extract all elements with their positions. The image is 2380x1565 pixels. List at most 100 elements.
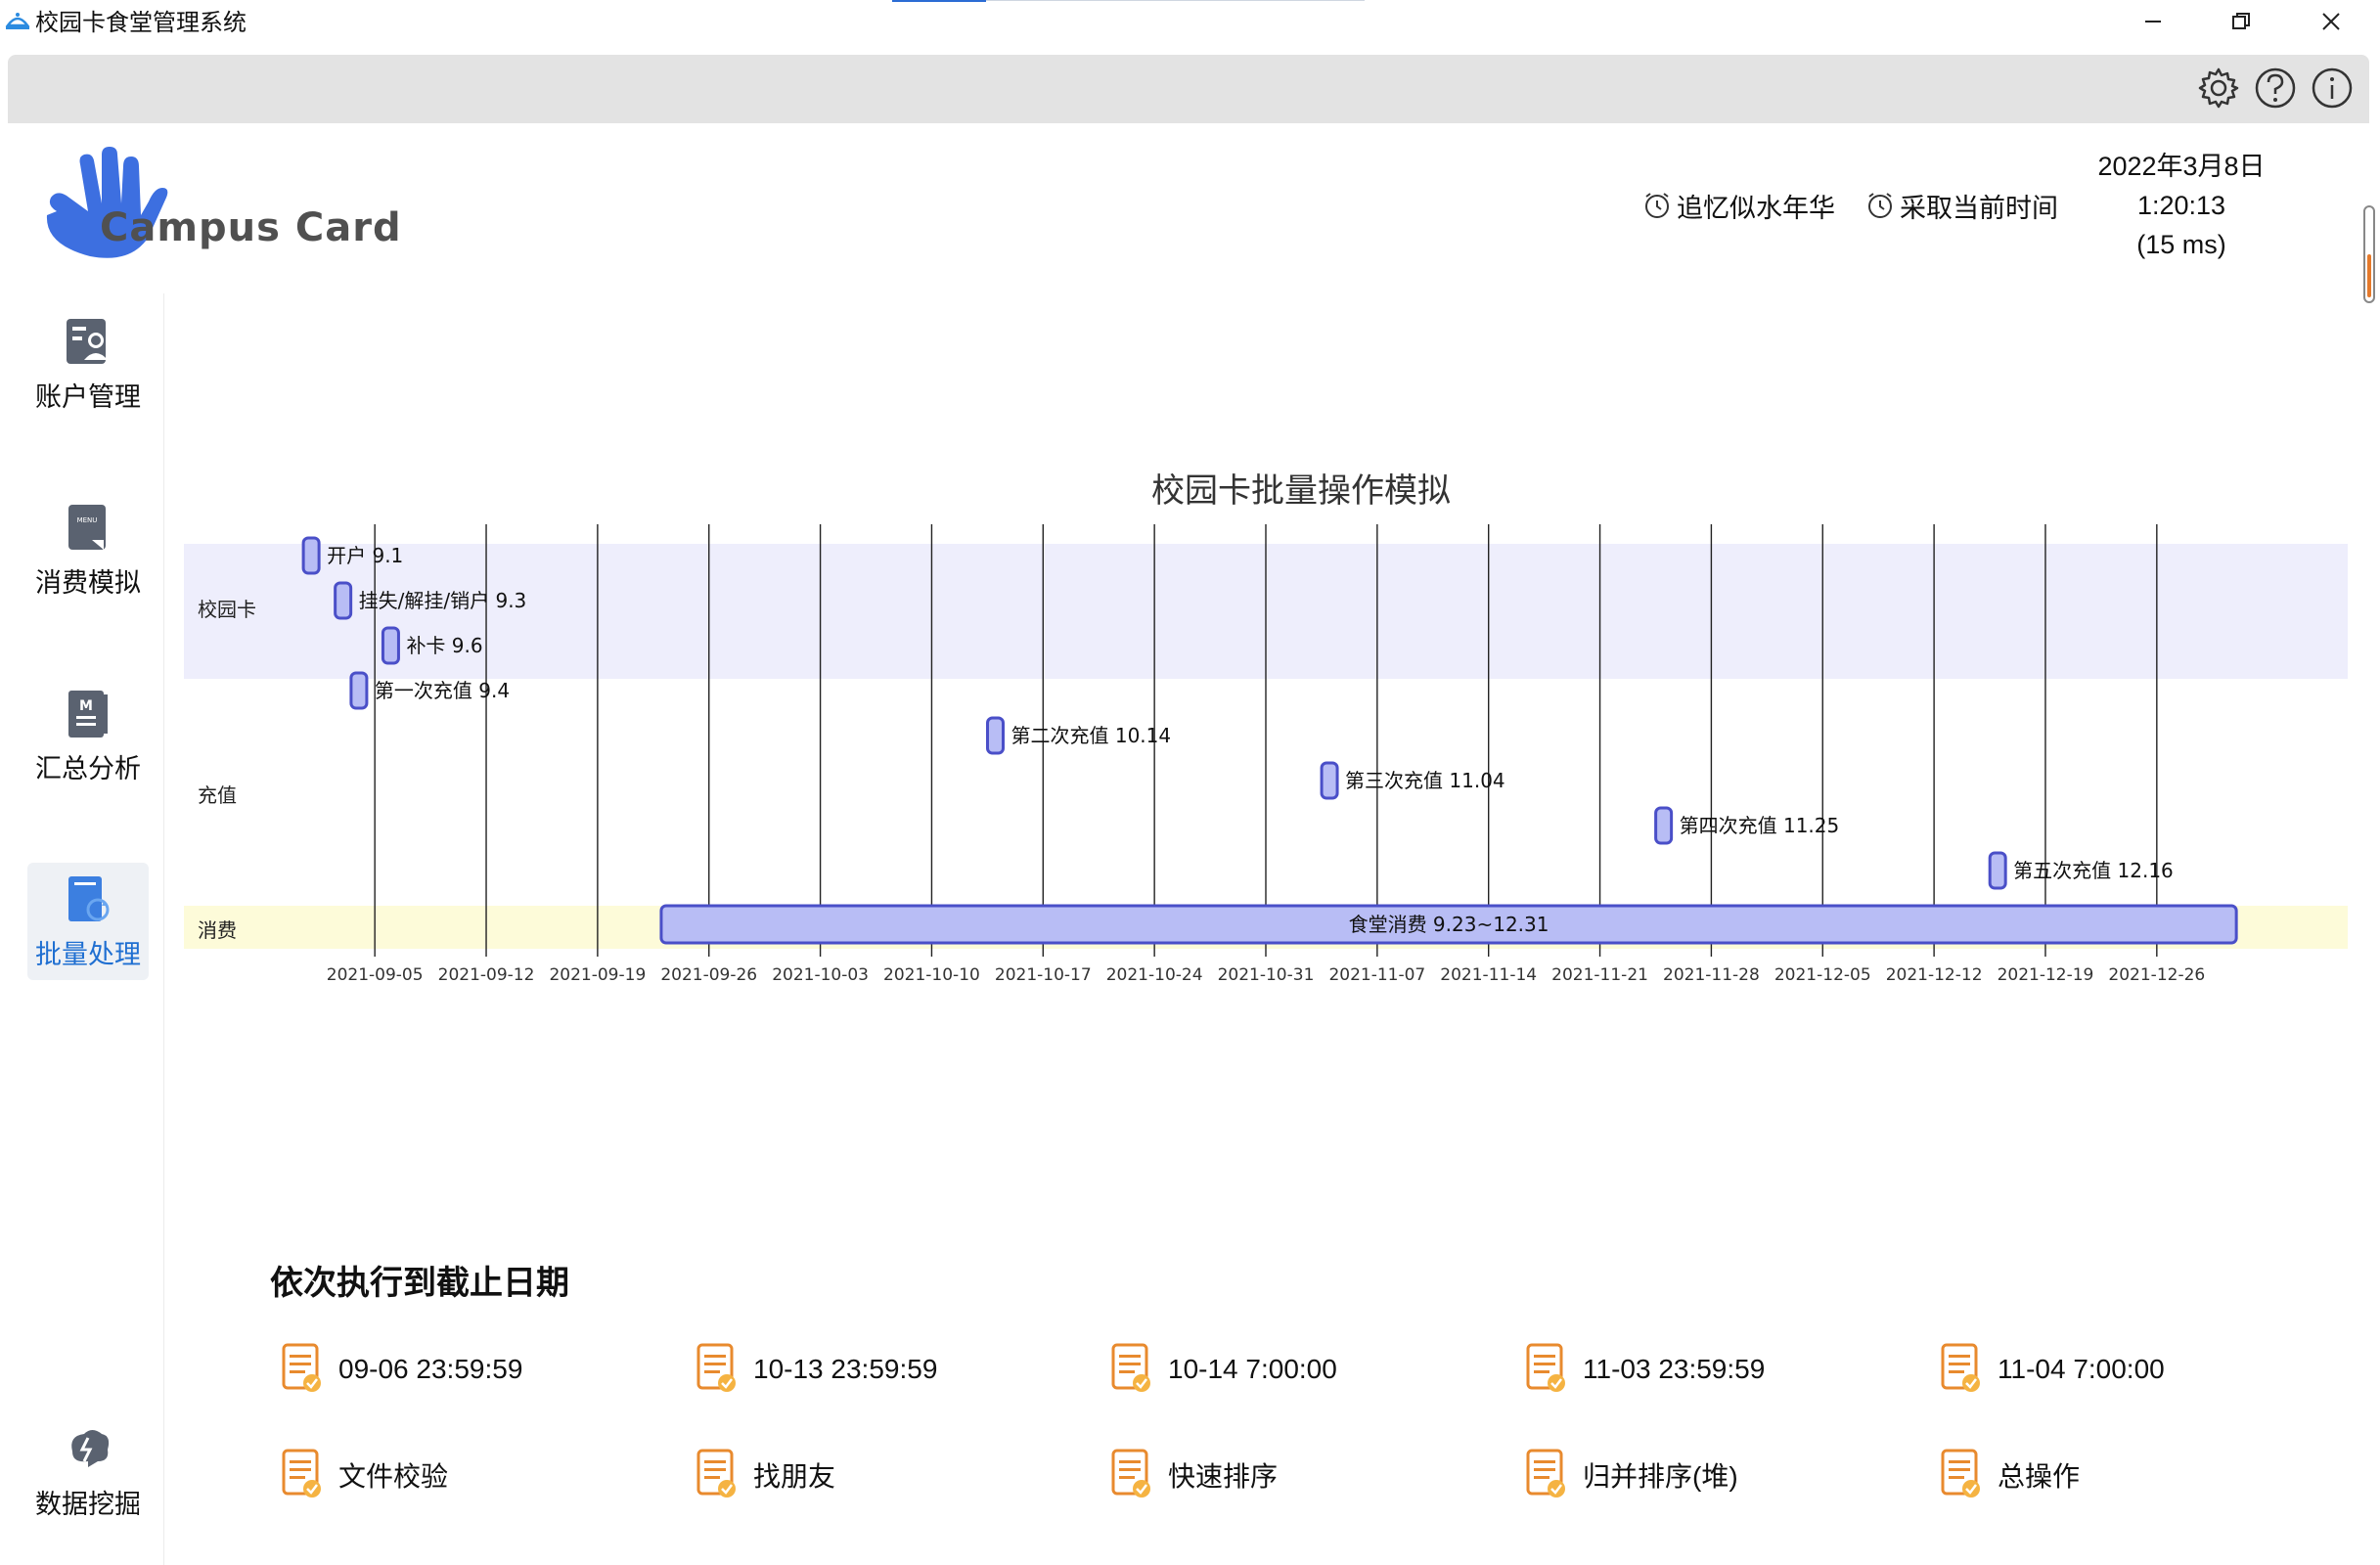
event-marker [334, 581, 353, 620]
event-label: 第二次充值 10.14 [1011, 724, 1172, 747]
data-mining-icon [71, 1430, 110, 1467]
action-label: 10-14 7:00:00 [1168, 1354, 1337, 1384]
sidebar-item-label: 批量处理 [35, 940, 141, 969]
document-check-icon [696, 1343, 736, 1392]
document-check-icon [282, 1449, 321, 1498]
merge-sort-button[interactable]: 归并排序(堆) [1524, 1446, 1738, 1504]
event-label: 第三次充值 11.04 [1345, 769, 1505, 792]
current-time-link[interactable]: 采取当前时间 [1864, 186, 2058, 225]
x-tick-label: 2021-11-28 [1663, 965, 1760, 985]
lane-label: 充值 [198, 783, 237, 807]
svg-text:M: M [79, 698, 93, 714]
x-tick-label: 2021-09-05 [327, 965, 424, 985]
sidebar-item-data-mining[interactable]: 数据挖掘 [27, 1412, 149, 1530]
action-label: 找朋友 [753, 1461, 836, 1492]
find-friends-button[interactable]: 找朋友 [695, 1446, 835, 1504]
event-marker [1988, 851, 2007, 890]
document-check-icon [1941, 1343, 1980, 1392]
event-label: 第四次充值 11.25 [1680, 814, 1840, 837]
menu-card-icon: MENU [68, 505, 106, 550]
run-to-1014-button[interactable]: 10-14 7:00:00 [1109, 1340, 1337, 1399]
sidebar-item-label: 消费模拟 [35, 568, 141, 598]
batch-section-title: 依次执行到截止日期 [270, 1265, 569, 1302]
sidebar-item-label: 账户管理 [35, 382, 141, 412]
event-marker [301, 536, 321, 575]
event-marker [986, 716, 1005, 755]
action-label: 文件校验 [338, 1461, 449, 1492]
alarm-clock-icon [1868, 193, 1892, 218]
event-label: 开户 9.1 [327, 544, 403, 567]
sidebar-item-label: 汇总分析 [35, 754, 141, 783]
event-marker [381, 626, 400, 665]
lane-label: 消费 [198, 918, 237, 942]
svg-text:MENU: MENU [77, 516, 98, 524]
action-label: 10-13 23:59:59 [753, 1354, 938, 1384]
x-tick-label: 2021-10-24 [1106, 965, 1203, 985]
logo-text: Campus Card [100, 205, 402, 250]
top-accent-bar [892, 0, 986, 2]
event-marker [349, 671, 369, 710]
minimize-button[interactable] [2109, 0, 2197, 43]
document-check-icon [1111, 1449, 1150, 1498]
action-label: 归并排序(堆) [1583, 1461, 1738, 1492]
event-label: 挂失/解挂/销户 9.3 [359, 589, 527, 612]
event-label: 第五次充值 12.16 [2013, 859, 2174, 882]
action-label: 11-03 23:59:59 [1583, 1354, 1766, 1384]
run-to-1013-button[interactable]: 10-13 23:59:59 [695, 1340, 937, 1399]
file-check-button[interactable]: 文件校验 [280, 1446, 448, 1504]
event-marker [1654, 806, 1674, 845]
x-tick-label: 2021-09-19 [549, 965, 646, 985]
event-marker [1320, 761, 1339, 800]
minimize-icon [2145, 21, 2161, 22]
alarm-clock-icon [1645, 193, 1669, 218]
document-check-icon [696, 1449, 736, 1498]
info-icon[interactable] [2311, 67, 2354, 110]
x-tick-label: 2021-10-31 [1218, 965, 1315, 985]
action-label: 09-06 23:59:59 [338, 1354, 523, 1384]
x-tick-label: 2021-10-17 [995, 965, 1092, 985]
range-label: 食堂消费 9.23~12.31 [1349, 913, 1549, 936]
recall-time-link[interactable]: 追忆似水年华 [1641, 186, 1835, 225]
quick-sort-button[interactable]: 快速排序 [1109, 1446, 1278, 1504]
help-icon[interactable] [2254, 67, 2297, 110]
event-label: 第一次充值 9.4 [375, 679, 510, 702]
total-operation-button[interactable]: 总操作 [1939, 1446, 2080, 1504]
sidebar-item-batch[interactable]: 批量处理 [27, 863, 149, 980]
sidebar-item-account[interactable]: 账户管理 [27, 305, 149, 423]
gear-icon[interactable] [2197, 67, 2240, 110]
chart-title: 校园卡批量操作模拟 [1151, 472, 1451, 510]
document-check-icon [1941, 1449, 1980, 1498]
x-tick-label: 2021-09-26 [660, 965, 757, 985]
clock-display: 2022年3月8日 1:20:13 (15 ms) [2064, 147, 2299, 264]
toolbar [8, 55, 2369, 123]
action-label: 11-04 7:00:00 [1998, 1354, 2165, 1384]
x-tick-label: 2021-12-19 [1998, 965, 2094, 985]
run-to-0906-button[interactable]: 09-06 23:59:59 [280, 1340, 522, 1399]
x-tick-label: 2021-12-26 [2108, 965, 2205, 985]
top-accent-line [986, 0, 1365, 1]
clock-latency: (15 ms) [2136, 230, 2226, 259]
event-label: 补卡 9.6 [406, 634, 482, 657]
window-title: 校园卡食堂管理系统 [35, 10, 247, 36]
sidebar-item-summary[interactable]: M 汇总分析 [27, 677, 149, 794]
sidebar-divider [163, 293, 164, 1565]
recall-time-label: 追忆似水年华 [1677, 193, 1835, 223]
app-logo-icon [5, 13, 30, 29]
account-management-icon [67, 319, 108, 364]
sidebar-item-consumption[interactable]: MENU 消费模拟 [27, 491, 149, 608]
close-button[interactable] [2287, 0, 2375, 43]
summary-book-icon: M [68, 691, 108, 738]
scrollbar-thumb[interactable] [2367, 254, 2371, 297]
lane-label: 校园卡 [198, 598, 256, 621]
x-tick-label: 2021-10-03 [772, 965, 869, 985]
sidebar-item-label: 数据挖掘 [35, 1490, 141, 1519]
restore-button[interactable] [2197, 0, 2285, 43]
clock-date: 2022年3月8日 [2097, 152, 2266, 181]
title-bar: 校园卡食堂管理系统 [0, 0, 2380, 47]
x-tick-label: 2021-12-05 [1774, 965, 1871, 985]
run-to-1104-button[interactable]: 11-04 7:00:00 [1939, 1340, 2165, 1399]
action-label: 总操作 [1998, 1461, 2081, 1492]
x-tick-label: 2021-11-21 [1551, 965, 1648, 985]
document-check-icon [1111, 1343, 1150, 1392]
run-to-1103-button[interactable]: 11-03 23:59:59 [1524, 1340, 1765, 1399]
